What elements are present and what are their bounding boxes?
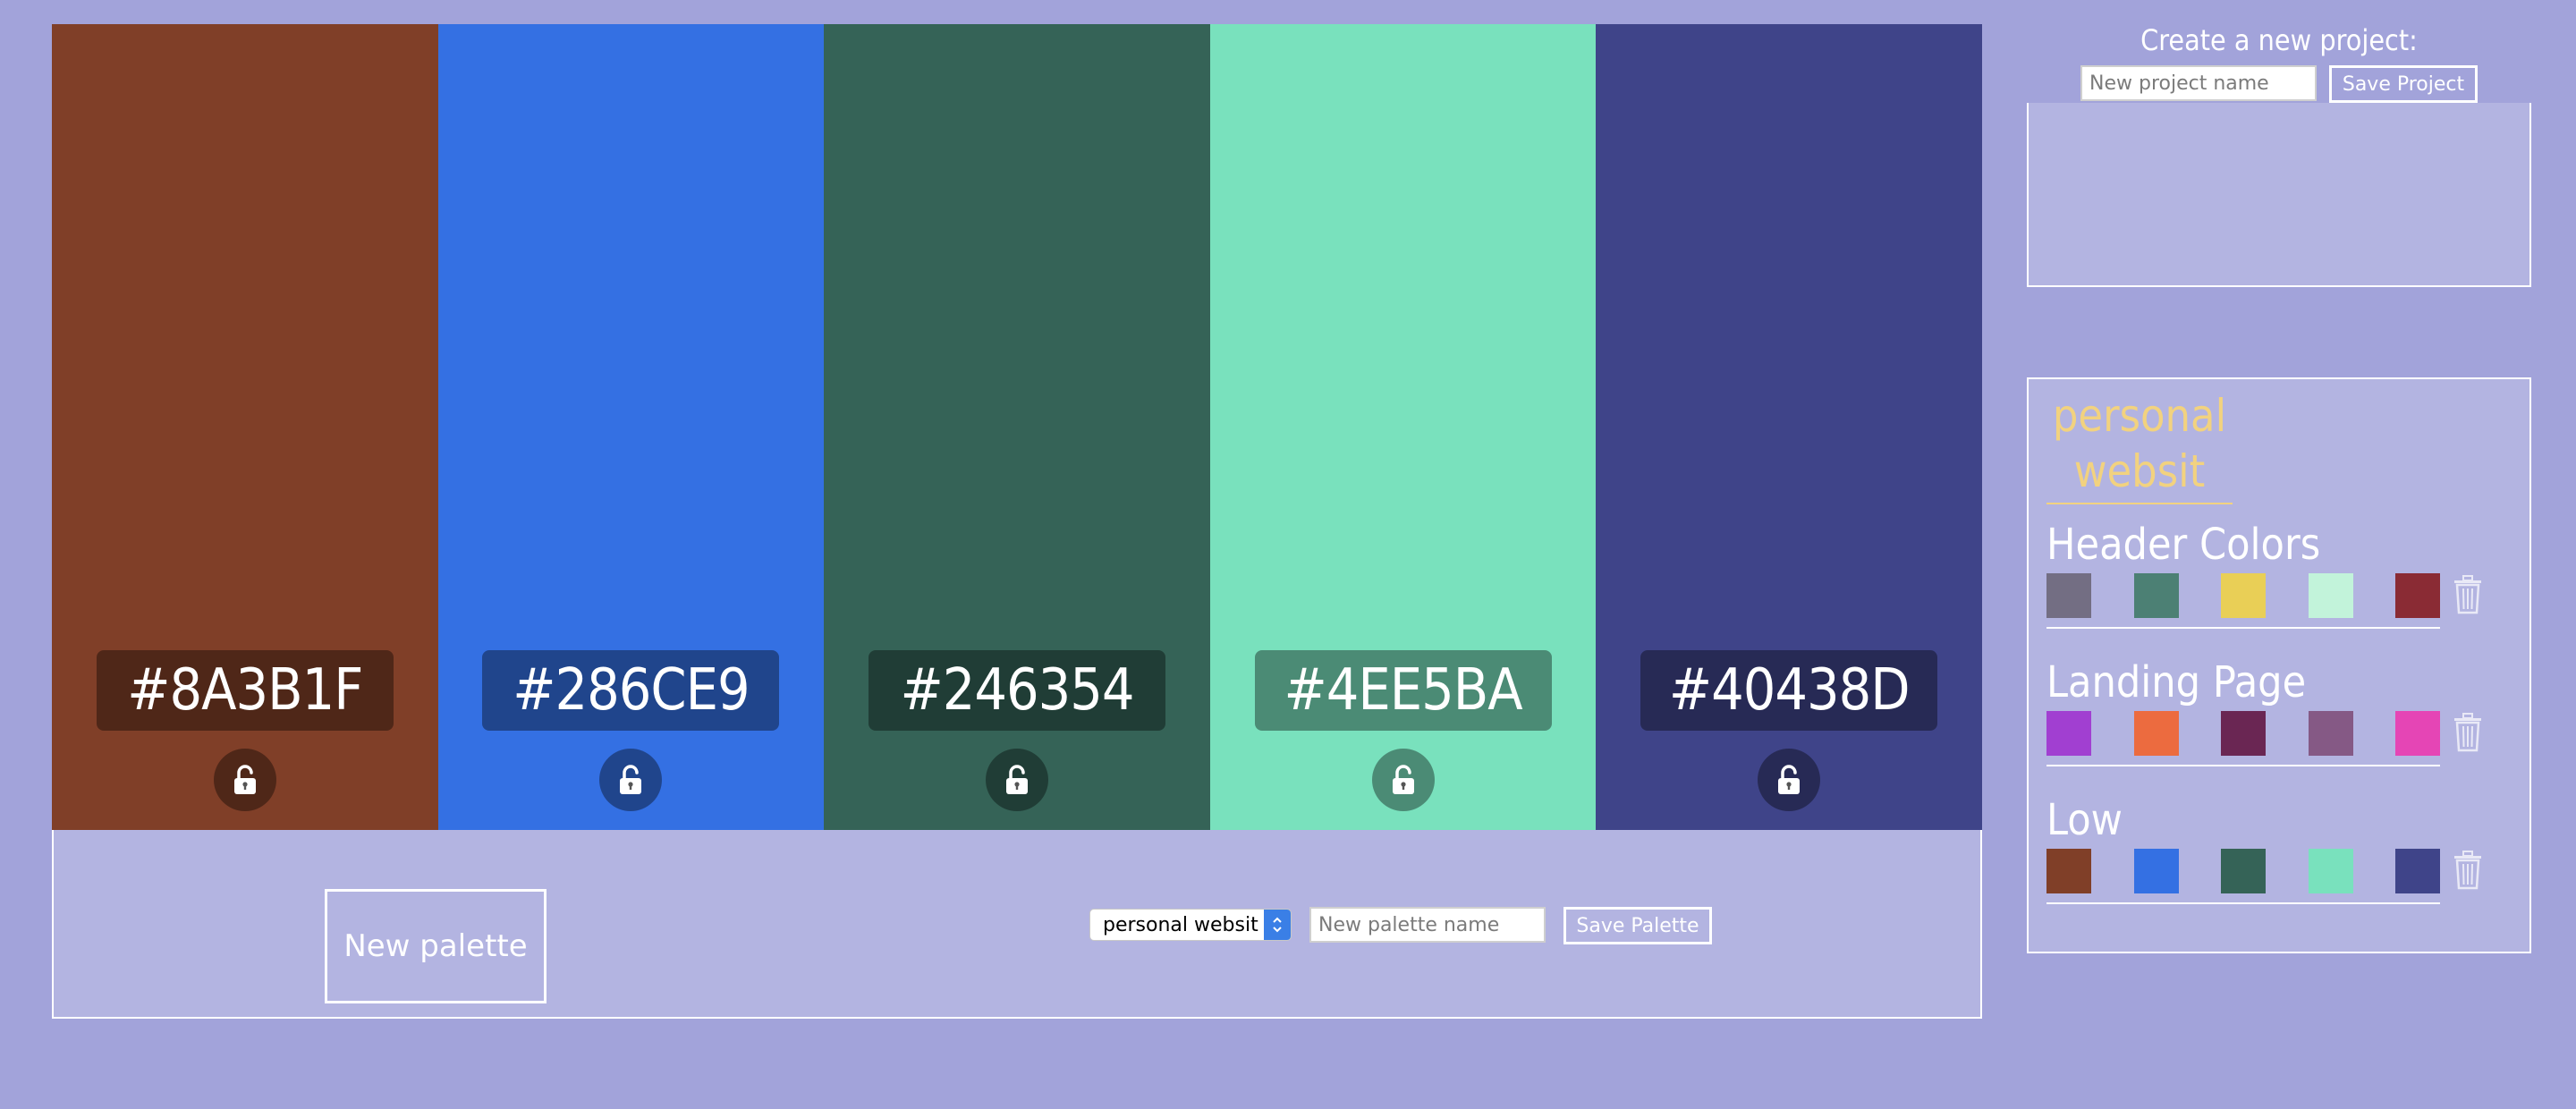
color-chip [2221, 573, 2266, 618]
palette-controls: New palette personal websit Save Palette [52, 830, 1982, 1019]
divider [2046, 765, 2440, 766]
color-swatch: #4EE5BA [1209, 24, 1597, 830]
saved-palette: Landing Page [2046, 656, 2440, 766]
color-swatch: #246354 [824, 24, 1210, 830]
color-chip [2308, 711, 2353, 756]
unlocked-padlock-icon[interactable] [985, 749, 1048, 811]
color-chip [2046, 849, 2091, 893]
color-chip [2308, 573, 2353, 618]
project-title[interactable]: personal websit [2046, 388, 2233, 504]
color-chip [2133, 711, 2179, 756]
unlocked-padlock-icon[interactable] [1371, 749, 1435, 811]
projects-list [2027, 103, 2531, 287]
palette-name-input[interactable] [1309, 907, 1546, 943]
hex-code-label: #286CE9 [482, 650, 780, 731]
trash-icon[interactable] [2453, 575, 2483, 614]
hex-code-label: #4EE5BA [1254, 650, 1552, 731]
project-select-value: personal websit [1103, 913, 1258, 936]
divider [2046, 902, 2440, 904]
saved-palette-name: Low [2046, 795, 2123, 845]
saved-palette-colors[interactable] [2046, 711, 2440, 766]
saved-palette-name: Header Colors [2046, 520, 2321, 570]
trash-icon[interactable] [2453, 851, 2483, 890]
updown-chevron-icon [1264, 910, 1291, 940]
hex-code-label: #40438D [1640, 650, 1938, 731]
saved-palette: Low [2046, 793, 2440, 904]
saved-palette-colors[interactable] [2046, 573, 2440, 629]
unlocked-padlock-icon[interactable] [213, 749, 276, 811]
project-select[interactable]: personal websit [1089, 909, 1292, 941]
trash-icon[interactable] [2453, 713, 2483, 752]
unlocked-padlock-icon[interactable] [599, 749, 663, 811]
palette-area: #8A3B1F #286CE9 #246354 #4EE5BA #40438D New … [52, 24, 1982, 1019]
new-palette-button[interactable]: New palette [325, 889, 547, 1003]
color-chip [2395, 711, 2440, 756]
color-swatch: #8A3B1F [52, 24, 438, 830]
saved-palette: Header Colors [2046, 518, 2440, 629]
color-chip [2221, 711, 2266, 756]
color-chip [2308, 849, 2353, 893]
swatch-row: #8A3B1F #286CE9 #246354 #4EE5BA #40438D [52, 24, 1982, 830]
unlocked-padlock-icon[interactable] [1758, 749, 1821, 811]
project-name-input[interactable] [2080, 65, 2317, 101]
color-chip [2395, 849, 2440, 893]
color-chip [2046, 573, 2091, 618]
color-chip [2221, 849, 2266, 893]
new-project-title: Create a new project: [2140, 23, 2418, 57]
saved-palette-name: Landing Page [2046, 657, 2307, 707]
hex-code-label: #246354 [868, 650, 1165, 731]
saved-palettes-panel: personal websit Header Colors Landing Pag… [2027, 377, 2531, 953]
save-project-button[interactable]: Save Project [2329, 65, 2478, 103]
color-swatch: #40438D [1596, 24, 1982, 830]
color-chip [2395, 573, 2440, 618]
save-palette-button[interactable]: Save Palette [1563, 907, 1712, 944]
divider [2046, 627, 2440, 629]
color-chip [2133, 849, 2179, 893]
color-swatch: #286CE9 [437, 24, 825, 830]
color-chip [2133, 573, 2179, 618]
color-chip [2046, 711, 2091, 756]
hex-code-label: #8A3B1F [96, 650, 394, 731]
saved-palette-colors[interactable] [2046, 849, 2440, 904]
